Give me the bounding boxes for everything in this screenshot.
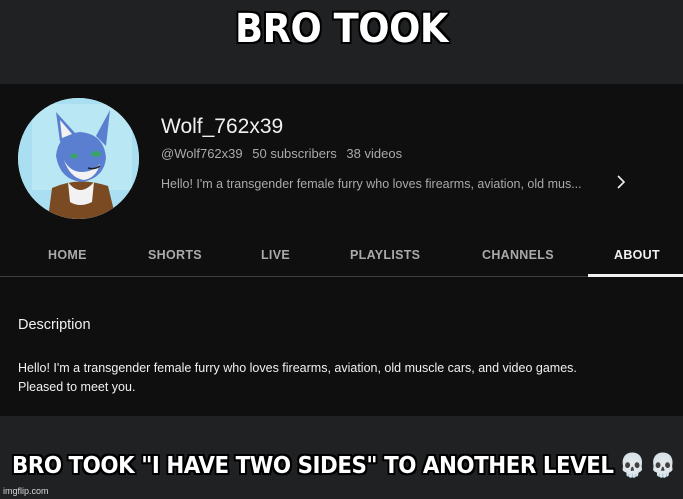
skull-emoji-icon: 💀💀💀 xyxy=(619,453,683,479)
active-tab-indicator xyxy=(588,274,683,277)
description-preview[interactable]: Hello! I'm a transgender female furry wh… xyxy=(161,177,582,191)
channel-meta: @Wolf762x39 50 subscribers 38 videos xyxy=(161,146,402,161)
youtube-channel-page: Wolf_762x39 @Wolf762x39 50 subscribers 3… xyxy=(0,84,683,416)
video-count: 38 videos xyxy=(346,146,403,161)
tab-playlists[interactable]: PLAYLISTS xyxy=(350,248,420,262)
tab-live[interactable]: LIVE xyxy=(261,248,290,262)
tab-shorts[interactable]: SHORTS xyxy=(148,248,202,262)
chevron-right-icon[interactable] xyxy=(615,173,627,196)
description-heading: Description xyxy=(18,317,91,333)
tab-home[interactable]: HOME xyxy=(48,248,87,262)
channel-avatar[interactable] xyxy=(18,98,139,219)
meme-top-caption: BRO TOOK xyxy=(234,6,448,52)
wolf-avatar-icon xyxy=(18,98,139,219)
channel-handle: @Wolf762x39 xyxy=(161,146,243,161)
tab-about[interactable]: ABOUT xyxy=(614,248,660,262)
channel-name: Wolf_762x39 xyxy=(161,115,284,138)
meme-bottom-caption-wrap: BRO TOOK "I HAVE TWO SIDES" TO ANOTHER L… xyxy=(12,452,683,479)
meme-bottom-caption: BRO TOOK "I HAVE TWO SIDES" TO ANOTHER L… xyxy=(12,453,614,479)
subscriber-count: 50 subscribers xyxy=(252,146,337,161)
channel-tabs: HOME SHORTS LIVE PLAYLISTS CHANNELS ABOU… xyxy=(0,234,683,277)
description-text: Hello! I'm a transgender female furry wh… xyxy=(18,361,577,394)
tab-channels[interactable]: CHANNELS xyxy=(482,248,554,262)
about-section: Description Hello! I'm a transgender fem… xyxy=(18,317,577,394)
imgflip-watermark: imgflip.com xyxy=(3,486,49,496)
